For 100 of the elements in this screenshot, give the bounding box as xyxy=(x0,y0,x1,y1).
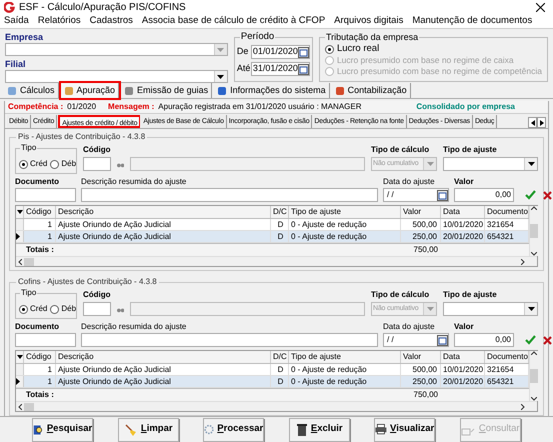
date-field[interactable]: 01/01/2020 xyxy=(250,45,310,59)
tab-scroll-left-icon[interactable] xyxy=(528,117,537,128)
scroll-up-icon[interactable] xyxy=(530,206,537,210)
radio-label: Lucro presumido com base no regime de competência xyxy=(336,66,542,76)
table-row[interactable]: 1 Ajuste Oriundo de Ação Judicial D 0 - Ajuste de redução 250,00 20/01/2020 654321 xyxy=(16,376,529,388)
window-title: ESF - Cálculo/Apuração PIS/COFINS xyxy=(19,1,187,15)
column-header[interactable]: Tipo de ajuste xyxy=(289,351,401,363)
row-header-cell[interactable] xyxy=(16,376,24,387)
calendar-icon[interactable] xyxy=(298,46,309,58)
menu-item[interactable]: Saída xyxy=(4,14,29,29)
calendar-icon[interactable] xyxy=(437,190,448,200)
column-header[interactable]: D/C xyxy=(271,351,289,363)
radio-button[interactable] xyxy=(50,304,60,314)
menu-item[interactable]: Associa base de cálculo de crédito à CFOP xyxy=(142,14,326,29)
group-title: Tributação da empresa xyxy=(324,31,420,43)
codigo-field[interactable] xyxy=(83,157,111,171)
status-label: Mensagem : xyxy=(108,101,154,113)
scroll-right-icon[interactable] xyxy=(521,404,525,410)
descricao-field[interactable] xyxy=(81,188,378,202)
scroll-thumb[interactable] xyxy=(530,224,538,238)
scroll-thumb[interactable] xyxy=(24,258,34,266)
radio-button[interactable] xyxy=(19,304,28,314)
sort-arrow-icon[interactable] xyxy=(16,210,22,214)
calendar-icon[interactable] xyxy=(298,64,309,74)
sort-arrow-icon[interactable] xyxy=(16,355,22,359)
check-icon[interactable] xyxy=(525,190,536,200)
valor-field[interactable]: 0,00 xyxy=(454,333,514,347)
menu-item[interactable]: Manutenção de documentos xyxy=(412,14,532,29)
group-title: Tipo xyxy=(20,142,38,154)
table-cell: D xyxy=(271,231,289,242)
column-header[interactable]: Descrição xyxy=(56,206,271,218)
column-header[interactable]: Tipo de ajuste xyxy=(289,206,401,218)
section-title: Pis - Ajustes de Contribuição - 4.3.8 xyxy=(16,131,148,143)
table-row[interactable]: 1 Ajuste Oriundo de Ação Judicial D 0 - Ajuste de redução 250,00 20/01/2020 654321 xyxy=(16,231,529,243)
documento-field[interactable] xyxy=(15,188,76,202)
binoculars-icon[interactable] xyxy=(117,161,124,168)
data-ajuste-field[interactable]: / / xyxy=(383,333,449,347)
field-label: Tipo de cálculo xyxy=(371,144,430,156)
action-button[interactable]: Pesquisar xyxy=(32,418,94,442)
scroll-up-icon[interactable] xyxy=(530,351,537,355)
row-pointer-icon xyxy=(16,233,20,240)
action-button[interactable]: Visualizar xyxy=(374,418,436,442)
filial-select[interactable] xyxy=(5,70,228,83)
row-header-cell[interactable] xyxy=(16,364,24,375)
binoculars-icon[interactable] xyxy=(117,306,124,313)
radio-button[interactable] xyxy=(19,160,28,168)
field-label: Data do ajuste xyxy=(383,321,436,333)
tab[interactable]: Emissão de guias xyxy=(121,83,212,98)
action-button[interactable]: Processar xyxy=(203,418,264,442)
scroll-left-icon[interactable] xyxy=(18,258,22,264)
field-label: De xyxy=(236,45,250,58)
tab[interactable]: Apuração xyxy=(60,83,120,98)
horizontal-scrollbar[interactable] xyxy=(16,401,537,411)
horizontal-scrollbar[interactable] xyxy=(16,256,537,266)
row-header-cell[interactable] xyxy=(16,231,24,242)
date-field[interactable]: 31/01/2020 xyxy=(250,62,310,76)
tab-scroll-right-icon[interactable] xyxy=(537,117,546,128)
printer-icon xyxy=(375,423,388,436)
check-icon[interactable] xyxy=(525,335,536,345)
codigo-field[interactable] xyxy=(83,302,111,316)
scroll-thumb[interactable] xyxy=(530,369,538,383)
menu-item[interactable]: Cadastros xyxy=(90,14,133,29)
documento-field[interactable] xyxy=(15,333,76,347)
calendar-icon[interactable] xyxy=(437,334,448,346)
column-header[interactable]: D/C xyxy=(271,206,289,218)
menu-item[interactable]: Relatórios xyxy=(38,14,81,29)
column-header[interactable]: Valor xyxy=(401,351,441,363)
tab[interactable]: Cálculos xyxy=(4,83,59,98)
column-header[interactable]: Data xyxy=(441,351,485,363)
table-row[interactable]: 1 Ajuste Oriundo de Ação Judicial D 0 - Ajuste de redução 500,00 10/01/2020 321654 xyxy=(16,219,529,231)
table-cell: D xyxy=(271,219,289,230)
descricao-field[interactable] xyxy=(81,333,378,347)
column-header[interactable]: Descrição xyxy=(56,351,271,363)
field-label: Até xyxy=(236,62,250,76)
action-button[interactable]: Limpar xyxy=(118,418,179,442)
column-header[interactable]: Código xyxy=(24,206,56,218)
table-cell: Ajuste Oriundo de Ação Judicial xyxy=(56,231,271,242)
table-row[interactable]: 1 Ajuste Oriundo de Ação Judicial D 0 - Ajuste de redução 500,00 10/01/2020 321654 xyxy=(16,364,529,376)
column-header[interactable]: Código xyxy=(24,351,56,363)
row-header-cell[interactable] xyxy=(16,219,24,230)
scroll-down-icon[interactable] xyxy=(530,252,537,256)
column-header[interactable]: Valor xyxy=(401,206,441,218)
tab[interactable]: Informações do sistema xyxy=(214,83,330,98)
radio-button[interactable] xyxy=(324,44,334,54)
scroll-thumb[interactable] xyxy=(24,402,34,410)
action-button[interactable]: Excluir xyxy=(288,418,350,442)
table-cell: D xyxy=(271,376,289,387)
table-cell: 1 xyxy=(24,364,56,375)
field-label: Descrição resumida do ajuste xyxy=(81,176,188,188)
field-label: Data do ajuste xyxy=(383,176,436,188)
data-ajuste-field[interactable]: / / xyxy=(383,188,449,202)
close-icon[interactable] xyxy=(536,3,545,12)
scroll-left-icon[interactable] xyxy=(18,404,22,410)
valor-field[interactable]: 0,00 xyxy=(454,188,514,202)
menu-item[interactable]: Arquivos digitais xyxy=(334,14,404,29)
radio-button[interactable] xyxy=(50,160,60,168)
scroll-right-icon[interactable] xyxy=(521,258,525,264)
scroll-down-icon[interactable] xyxy=(530,397,537,401)
column-header[interactable]: Data xyxy=(441,206,485,218)
tab[interactable]: Contabilização xyxy=(332,83,411,98)
